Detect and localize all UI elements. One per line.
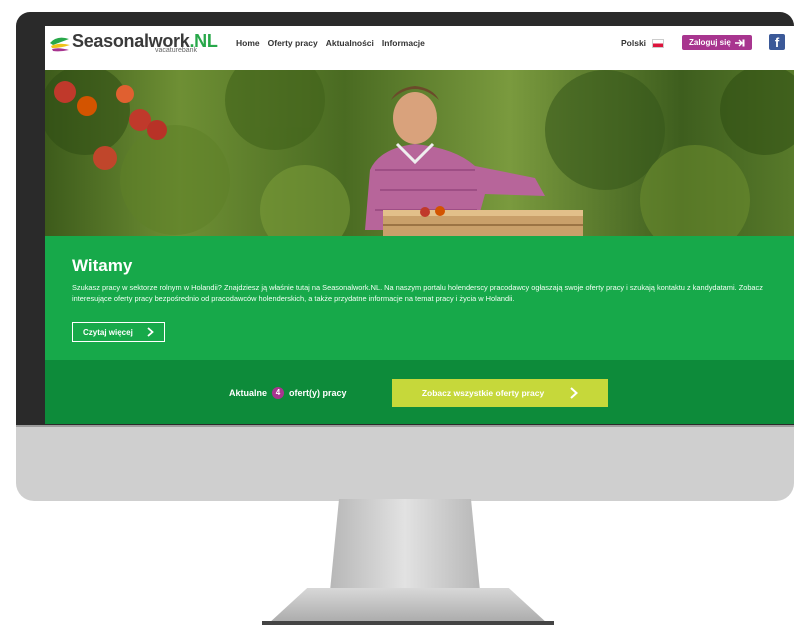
logo-subtitle: vacaturebank (155, 47, 198, 54)
language-label: Polski (621, 38, 647, 48)
monitor-stand (330, 499, 480, 591)
farmer-figure (365, 86, 545, 230)
chevron-right-icon (147, 327, 154, 337)
welcome-section: Witamy Szukasz pracy w sektorze rolnym w… (45, 236, 794, 360)
monitor-base (268, 588, 548, 624)
chevron-right-icon (570, 387, 579, 399)
read-more-button[interactable]: Czytaj więcej (72, 322, 165, 342)
hero-banner-image (45, 70, 794, 236)
site-header: Seasonalwork.NL vacaturebank Home Oferty… (45, 26, 794, 70)
offers-prefix: Aktualne (229, 388, 268, 398)
nav-news[interactable]: Aktualności (326, 38, 374, 48)
monitor-base-shadow (262, 621, 554, 625)
login-arrow-icon (734, 39, 745, 46)
language-selector[interactable]: Polski (621, 38, 665, 48)
monitor-chin (16, 425, 794, 501)
offers-suffix: ofert(y) pracy (289, 388, 347, 398)
website-screen: Seasonalwork.NL vacaturebank Home Oferty… (45, 26, 794, 424)
nav-home[interactable]: Home (236, 38, 260, 48)
see-all-offers-button[interactable]: Zobacz wszystkie oferty pracy (392, 379, 608, 407)
leaf-logo-icon (50, 37, 70, 52)
current-offers-count: Aktualne 4 ofert(y) pracy (229, 387, 347, 399)
login-label: Zaloguj się (689, 38, 731, 47)
login-button[interactable]: Zaloguj się (682, 35, 752, 50)
job-offers-bar: Aktualne 4 ofert(y) pracy Zobacz wszystk… (45, 360, 794, 424)
offers-count-badge: 4 (272, 387, 285, 399)
nav-information[interactable]: Informacje (382, 38, 425, 48)
polish-flag-icon (652, 38, 665, 48)
orchard-farmer-illustration (45, 70, 794, 236)
facebook-icon[interactable]: f (769, 34, 785, 50)
nav-job-offers[interactable]: Oferty pracy (268, 38, 318, 48)
main-nav: Home Oferty pracy Aktualności Informacje (236, 38, 425, 48)
wooden-crate (383, 206, 583, 236)
see-all-offers-label: Zobacz wszystkie oferty pracy (421, 388, 545, 398)
welcome-title: Witamy (72, 256, 133, 275)
welcome-text: Szukasz pracy w sektorze rolnym w Holand… (72, 283, 763, 303)
read-more-label: Czytaj więcej (83, 327, 133, 337)
